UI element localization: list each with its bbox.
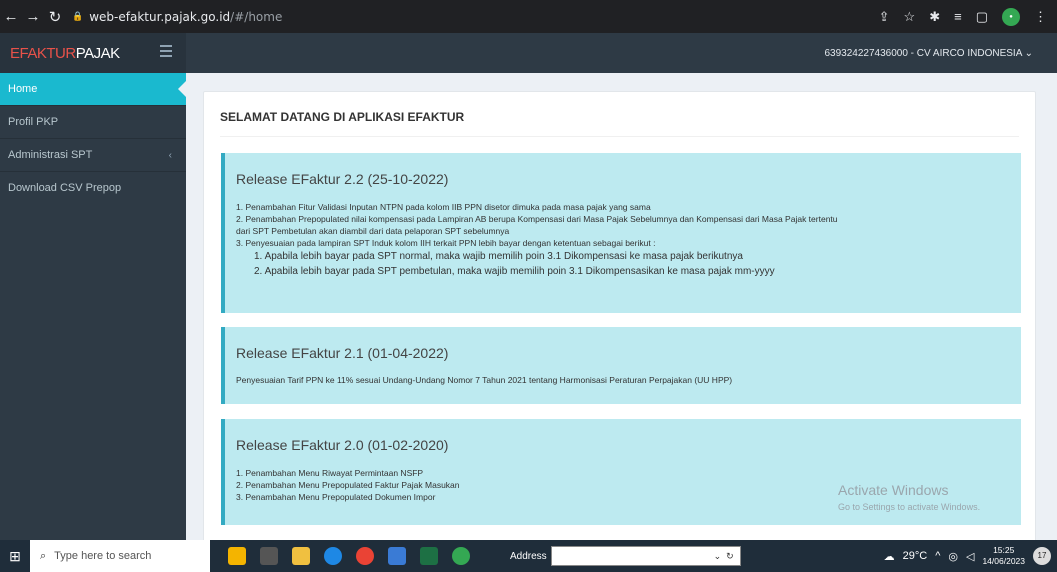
- refresh-icon[interactable]: ↻: [726, 551, 734, 562]
- release-line: 2. Penambahan Prepopulated nilai kompens…: [236, 214, 838, 224]
- menu-icon[interactable]: ⋮: [1034, 9, 1047, 25]
- browser-toolbar: ← → ↻ 🔒 web-efaktur.pajak.go.id /#/home …: [0, 0, 1057, 33]
- store-icon[interactable]: [388, 547, 406, 565]
- widgets-icon[interactable]: [228, 547, 246, 565]
- window-icon[interactable]: ▢: [976, 9, 988, 25]
- release-title: Release EFaktur 2.2 (25-10-2022): [236, 171, 449, 187]
- release-subline: 2. Apabila lebih bayar pada SPT pembetul…: [254, 266, 775, 277]
- release-callout: Release EFaktur 2.2 (25-10-2022) 1. Pena…: [221, 153, 1021, 313]
- clock-time: 15:25: [993, 545, 1015, 555]
- chrome-icon[interactable]: [356, 547, 374, 565]
- file-explorer-icon[interactable]: [292, 547, 310, 565]
- address-toolbar-label: Address: [510, 550, 547, 562]
- watermark-subtitle: Go to Settings to activate Windows.: [838, 502, 981, 512]
- logo-text-part1: EFAKTUR: [10, 44, 76, 62]
- url-host: web-efaktur.pajak.go.id: [89, 9, 231, 24]
- divider: [220, 136, 1019, 137]
- release-line: dari SPT Pembetulan akan diambil dari da…: [236, 226, 510, 236]
- edge-icon[interactable]: [324, 547, 342, 565]
- network-icon[interactable]: ◎: [948, 550, 958, 563]
- url-path: /#/home: [230, 9, 283, 24]
- sidebar-item-profil-pkp[interactable]: Profil PKP: [0, 106, 186, 139]
- release-title: Release EFaktur 2.0 (01-02-2020): [236, 437, 449, 453]
- main-content: SELAMAT DATANG DI APLIKASI EFAKTUR Relea…: [186, 73, 1057, 551]
- chevron-down-icon: ⌄: [1024, 47, 1033, 59]
- star-icon[interactable]: ☆: [904, 9, 916, 25]
- release-line: Penyesuaian Tarif PPN ke 11% sesuai Unda…: [236, 375, 733, 385]
- clock-date: 14/06/2023: [982, 556, 1025, 566]
- tray-overflow-icon[interactable]: ^: [935, 550, 940, 562]
- user-account-menu[interactable]: 639324227436000 - CV AIRCO INDONESIA ⌄: [824, 48, 1057, 59]
- sidebar-item-label: Administrasi SPT: [8, 149, 93, 161]
- sidebar: Home Profil PKP Administrasi SPT ‹ Downlo…: [0, 73, 186, 540]
- volume-icon[interactable]: ◁: [966, 550, 974, 563]
- app-logo[interactable]: EFAKTUR PAJAK: [0, 33, 186, 73]
- notification-center-badge[interactable]: 17: [1033, 547, 1051, 565]
- search-placeholder: Type here to search: [54, 550, 152, 562]
- page-title: SELAMAT DATANG DI APLIKASI EFAKTUR: [220, 110, 465, 124]
- release-callout: Release EFaktur 2.1 (01-04-2022) Penyesu…: [221, 327, 1021, 404]
- temperature[interactable]: 29°C: [903, 550, 928, 562]
- chevron-left-icon: ‹: [168, 150, 172, 161]
- lock-icon[interactable]: 🔒: [72, 12, 83, 22]
- user-label: 639324227436000 - CV AIRCO INDONESIA: [824, 47, 1022, 59]
- sidebar-item-home[interactable]: Home: [0, 73, 186, 106]
- taskbar-search[interactable]: ⌕ Type here to search: [30, 540, 210, 572]
- system-clock[interactable]: 15:25 14/06/2023: [982, 545, 1025, 567]
- reading-list-icon[interactable]: ≡: [954, 9, 962, 24]
- excel-icon[interactable]: [420, 547, 438, 565]
- share-icon[interactable]: ⇪: [879, 9, 890, 25]
- release-title: Release EFaktur 2.1 (01-04-2022): [236, 345, 449, 361]
- hamburger-menu-icon[interactable]: [160, 45, 172, 60]
- release-line: 3. Penyesuaian pada lampiran SPT Induk k…: [236, 238, 656, 248]
- extensions-icon[interactable]: ✱: [929, 9, 940, 25]
- taskbar: ⊞ ⌕ Type here to search Address ⌄ ↻ ☁ 29…: [0, 540, 1057, 572]
- logo-text-part2: PAJAK: [75, 44, 120, 62]
- sidebar-item-download-csv-prepop[interactable]: Download CSV Prepop: [0, 172, 186, 205]
- profile-icon[interactable]: ●: [1002, 7, 1020, 26]
- address-toolbar-input[interactable]: ⌄ ↻: [550, 546, 741, 566]
- sidebar-item-label: Profil PKP: [8, 116, 59, 128]
- sidebar-item-label: Home: [8, 83, 38, 95]
- windows-start-icon[interactable]: ⊞: [0, 548, 30, 565]
- app-header: EFAKTUR PAJAK 639324227436000 - CV AIRCO …: [0, 33, 1057, 73]
- sidebar-item-label: Download CSV Prepop: [8, 182, 122, 194]
- chevron-down-icon[interactable]: ⌄: [714, 551, 722, 562]
- chrome-profile-icon[interactable]: [452, 547, 470, 565]
- reload-icon[interactable]: ↻: [44, 8, 66, 26]
- watermark-title: Activate Windows: [838, 482, 949, 498]
- forward-icon[interactable]: →: [22, 8, 44, 25]
- task-view-icon[interactable]: [260, 547, 278, 565]
- back-icon[interactable]: ←: [0, 8, 22, 25]
- search-icon: ⌕: [40, 549, 47, 562]
- release-subline: 1. Apabila lebih bayar pada SPT normal, …: [254, 251, 743, 262]
- activate-windows-watermark: Activate Windows Go to Settings to activ…: [838, 482, 980, 512]
- release-line: 1. Penambahan Menu Riwayat Permintaan NS…: [236, 468, 424, 478]
- sidebar-item-administrasi-spt[interactable]: Administrasi SPT ‹: [0, 139, 186, 172]
- address-bar[interactable]: 🔒 web-efaktur.pajak.go.id /#/home: [72, 5, 722, 29]
- weather-icon[interactable]: ☁: [884, 550, 895, 563]
- release-line: 1. Penambahan Fitur Validasi Inputan NTP…: [236, 202, 651, 212]
